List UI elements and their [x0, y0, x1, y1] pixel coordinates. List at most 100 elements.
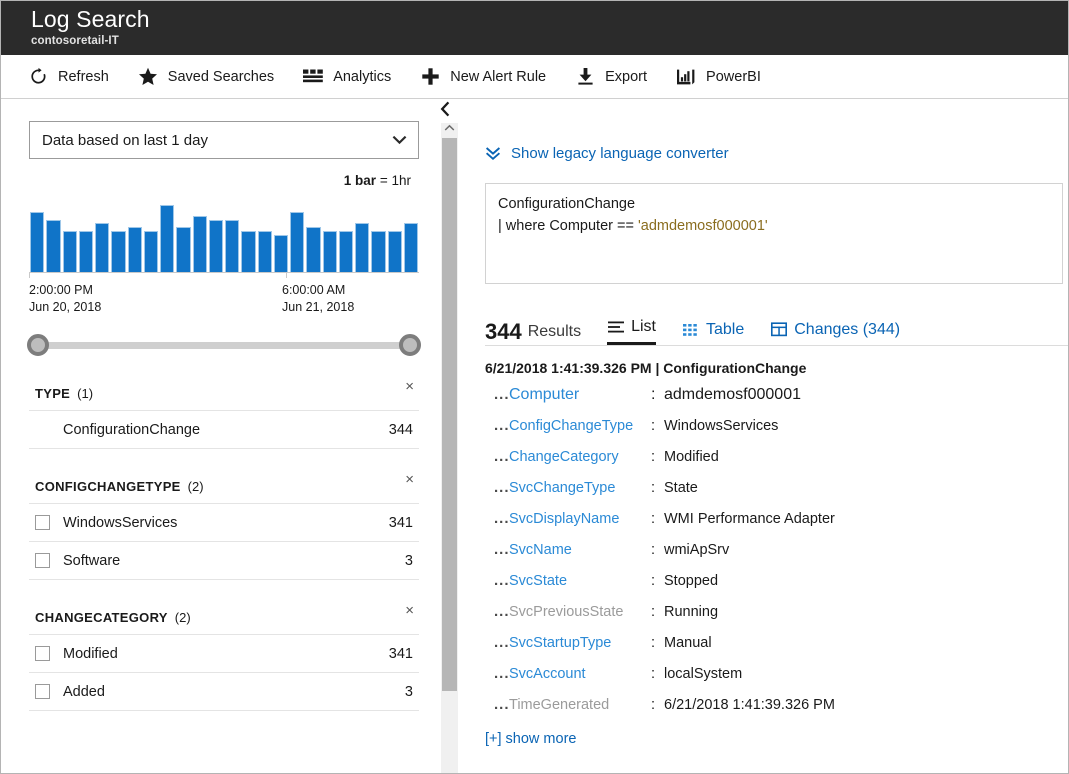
log-search-window: Log Search contosoretail-IT Refresh Save…	[0, 0, 1069, 774]
tab-changes[interactable]: Changes (344)	[770, 319, 900, 345]
histogram-bar[interactable]	[403, 223, 418, 272]
histogram-bar[interactable]	[127, 227, 142, 272]
field-separator: :	[651, 666, 656, 682]
slider-handle-left[interactable]	[27, 334, 49, 356]
field-key[interactable]: SvcChangeType	[509, 480, 651, 496]
scrollbar-thumb[interactable]	[442, 138, 457, 691]
histogram-bar[interactable]	[30, 212, 45, 272]
command-toolbar: Refresh Saved Searches Analytics New Ale…	[1, 55, 1068, 99]
time-range-value: Data based on last 1 day	[42, 131, 208, 149]
field-actions-icon[interactable]: ...	[485, 572, 509, 589]
refresh-button[interactable]: Refresh	[27, 62, 109, 92]
histogram-bar[interactable]	[225, 219, 240, 272]
facet-checkbox[interactable]	[35, 684, 50, 699]
close-icon[interactable]: ×	[402, 469, 417, 490]
results-count: 344	[485, 319, 522, 344]
time-range-select[interactable]: Data based on last 1 day	[29, 121, 419, 159]
slider-track[interactable]	[37, 342, 411, 349]
histogram-bar[interactable]	[371, 230, 386, 272]
facet-row[interactable]: Added 3	[29, 673, 419, 711]
facet-title: CONFIGCHANGETYPE	[35, 479, 181, 494]
new-alert-rule-label: New Alert Rule	[450, 68, 547, 85]
field-actions-icon[interactable]: ...	[485, 696, 509, 713]
new-alert-rule-button[interactable]: New Alert Rule	[419, 62, 546, 92]
field-actions-icon[interactable]: ...	[485, 448, 509, 465]
histogram-bar[interactable]	[273, 234, 288, 272]
record-field-row: ... TimeGenerated:6/21/2018 1:41:39.326 P…	[485, 696, 1068, 727]
analytics-button[interactable]: Analytics	[302, 62, 391, 92]
field-key[interactable]: Computer	[509, 386, 651, 404]
facet-checkbox[interactable]	[35, 515, 50, 530]
show-legacy-converter-link[interactable]: Show legacy language converter	[483, 143, 729, 163]
histogram-bar[interactable]	[62, 230, 77, 272]
histogram-bar[interactable]	[208, 219, 223, 272]
facet-row[interactable]: Modified 341	[29, 635, 419, 673]
field-actions-icon[interactable]: ...	[485, 510, 509, 527]
field-key[interactable]: SvcName	[509, 542, 651, 558]
slider-handle-right[interactable]	[399, 334, 421, 356]
query-editor[interactable]: ConfigurationChange | where Computer == …	[485, 183, 1063, 284]
histogram-bar[interactable]	[355, 223, 370, 272]
field-value: Running	[664, 604, 719, 620]
field-actions-icon[interactable]: ...	[485, 417, 509, 434]
histogram-axis-ticks	[29, 272, 419, 279]
export-button[interactable]: Export	[574, 62, 647, 92]
record-header: 6/21/2018 1:41:39.326 PM | Configuration…	[485, 360, 807, 376]
facet-row[interactable]: ConfigurationChange 344	[29, 411, 419, 449]
record-field-row: ... SvcPreviousState: Running	[485, 603, 1068, 634]
field-actions-icon[interactable]: ...	[485, 603, 509, 620]
histogram-bar[interactable]	[46, 219, 61, 272]
histogram-bar[interactable]	[257, 230, 272, 272]
field-actions-icon[interactable]: ...	[485, 634, 509, 651]
record-field-row: ... SvcDisplayName: WMI Performance Adapte…	[485, 510, 1068, 541]
field-actions-icon[interactable]: ...	[485, 541, 509, 558]
field-key[interactable]: ChangeCategory	[509, 449, 651, 465]
title-bar: Log Search contosoretail-IT	[1, 1, 1068, 55]
show-more-link[interactable]: [+] show more	[485, 731, 576, 747]
time-range-slider[interactable]	[27, 334, 421, 356]
facet-row[interactable]: Software 3	[29, 542, 419, 580]
tab-list[interactable]: List	[607, 316, 656, 345]
collapse-panel-button[interactable]	[432, 99, 458, 123]
field-value: 6/21/2018 1:41:39.326 PM	[664, 697, 835, 713]
facet-title: TYPE	[35, 386, 71, 401]
query-line-2: | where Computer == 'admdemosf000001'	[498, 215, 1052, 237]
histogram-bar[interactable]	[192, 215, 207, 272]
facet-count: (2)	[187, 479, 204, 494]
histogram-bar[interactable]	[176, 227, 191, 272]
facet-checkbox[interactable]	[35, 646, 50, 661]
histogram-bars[interactable]	[29, 201, 419, 273]
close-icon[interactable]: ×	[402, 376, 417, 397]
filters-scrollbar[interactable]	[441, 119, 458, 773]
field-actions-icon[interactable]: ...	[485, 665, 509, 682]
powerbi-button[interactable]: PowerBI	[675, 62, 761, 92]
facet-checkbox[interactable]	[35, 553, 50, 568]
powerbi-label: PowerBI	[706, 68, 761, 85]
saved-searches-button[interactable]: Saved Searches	[137, 62, 274, 92]
field-key[interactable]: SvcAccount	[509, 666, 651, 682]
histogram-bar[interactable]	[306, 227, 321, 272]
histogram-bar[interactable]	[160, 204, 175, 272]
histogram-bar[interactable]	[143, 230, 158, 272]
field-key[interactable]: ConfigChangeType	[509, 418, 651, 434]
histogram-bar[interactable]	[78, 230, 93, 272]
field-key[interactable]: SvcState	[509, 573, 651, 589]
histogram-bar[interactable]	[387, 230, 402, 272]
histogram-bar[interactable]	[95, 223, 110, 272]
filters-panel: Data based on last 1 day 1 bar = 1hr 2:0…	[1, 99, 458, 773]
histogram-bar[interactable]	[290, 212, 305, 272]
facet-row[interactable]: WindowsServices 341	[29, 504, 419, 542]
query-line-2-string: 'admdemosf000001'	[637, 218, 768, 234]
facet-row-label: WindowsServices	[63, 514, 178, 531]
histogram-bar[interactable]	[111, 230, 126, 272]
field-actions-icon[interactable]: ...	[485, 479, 509, 496]
histogram-bar[interactable]	[338, 230, 353, 272]
refresh-icon	[27, 66, 49, 88]
field-key[interactable]: SvcDisplayName	[509, 511, 651, 527]
field-key[interactable]: SvcStartupType	[509, 635, 651, 651]
histogram-bar[interactable]	[241, 230, 256, 272]
tab-table[interactable]: Table	[682, 319, 744, 345]
field-actions-icon[interactable]: ...	[485, 386, 509, 403]
histogram-bar[interactable]	[322, 230, 337, 272]
close-icon[interactable]: ×	[402, 600, 417, 621]
